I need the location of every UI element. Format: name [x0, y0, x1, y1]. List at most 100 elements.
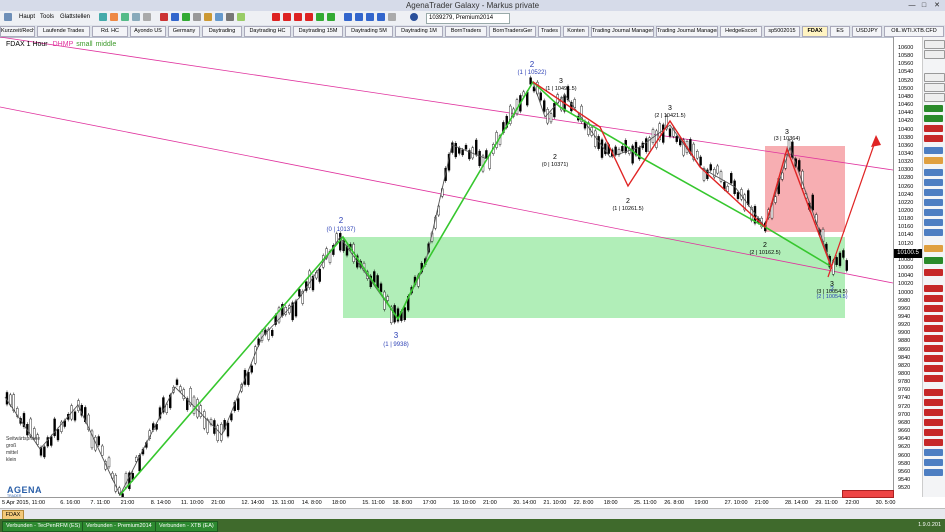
sell-button[interactable] [924, 355, 943, 362]
toolbar-icon[interactable] [283, 13, 291, 21]
sell-button[interactable] [924, 295, 943, 302]
tab[interactable]: Daytrading 1M [395, 26, 443, 37]
tab[interactable]: Kurzzeit/Rechtslage [0, 26, 35, 37]
toolbar-icon[interactable] [215, 13, 223, 21]
tab[interactable]: Daytrading HC [244, 26, 291, 37]
order-button[interactable] [924, 219, 943, 226]
tab[interactable]: sp5002015 [764, 26, 800, 37]
toolbar-icon[interactable] [355, 13, 363, 21]
tab[interactable]: BornTraders [445, 26, 487, 37]
sell-button[interactable] [924, 305, 943, 312]
sell-button[interactable] [924, 439, 943, 446]
buy-button[interactable] [924, 115, 943, 122]
tab[interactable]: Ayondo US [130, 26, 166, 37]
tab[interactable]: Konten [563, 26, 589, 37]
price-chart[interactable]: 2 (0 | 10137) 3 (1 | 9938) 2 (1 | 10522)… [0, 37, 893, 497]
toolbar-icon[interactable] [366, 13, 374, 21]
toolbar-icon[interactable] [294, 13, 302, 21]
tab[interactable]: USDJPY [852, 26, 882, 37]
toolbar-icon[interactable] [160, 13, 168, 21]
order-button[interactable] [924, 459, 943, 466]
minimize-icon[interactable]: — [906, 1, 918, 10]
menu-glattstellen[interactable]: Glattstellen [60, 14, 90, 20]
sell-button[interactable] [924, 419, 943, 426]
tab[interactable]: Trading Journal Manager [591, 26, 654, 37]
side-button[interactable] [924, 73, 945, 82]
tab[interactable]: Trading Journal Manager [656, 26, 718, 37]
indicator-name[interactable]: DHMP [53, 41, 74, 48]
toolbar-icon[interactable] [316, 13, 324, 21]
order-button[interactable] [924, 469, 943, 476]
indicator-small[interactable]: small [76, 41, 92, 48]
order-button[interactable] [924, 147, 943, 154]
indicator-middle[interactable]: middle [96, 41, 117, 48]
toolbar-icon[interactable] [110, 13, 118, 21]
sell-button[interactable] [924, 389, 943, 396]
order-button[interactable] [924, 229, 943, 236]
tab[interactable]: HedgeEscort [720, 26, 762, 37]
maximize-icon[interactable]: □ [918, 1, 930, 10]
buy-button[interactable] [924, 105, 943, 112]
sell-button[interactable] [924, 269, 943, 276]
sell-button[interactable] [924, 135, 943, 142]
toolbar-icon[interactable] [272, 13, 280, 21]
price-axis[interactable]: 10600 10580 10560 10540 10520 10500 10480 10460… [893, 37, 923, 497]
sell-button[interactable] [924, 285, 943, 292]
side-button[interactable] [924, 40, 945, 49]
toolbar-icon[interactable] [237, 13, 245, 21]
sell-button[interactable] [924, 429, 943, 436]
tab[interactable]: Daytrading 5M [345, 26, 393, 37]
chart-scroll-handle[interactable] [842, 490, 894, 498]
buy-button[interactable] [924, 257, 943, 264]
order-button[interactable] [924, 199, 943, 206]
app-icon[interactable] [4, 13, 12, 21]
sell-button[interactable] [924, 125, 943, 132]
sell-button[interactable] [924, 375, 943, 382]
toolbar-icon[interactable] [143, 13, 151, 21]
sell-button[interactable] [924, 315, 943, 322]
help-icon[interactable] [410, 13, 418, 21]
order-button[interactable] [924, 209, 943, 216]
toolbar-icon[interactable] [204, 13, 212, 21]
sell-button[interactable] [924, 409, 943, 416]
toolbar-icon[interactable] [121, 13, 129, 21]
tab-fdax[interactable]: FDAX [802, 26, 828, 37]
order-button[interactable] [924, 169, 943, 176]
toolbar-icon[interactable] [344, 13, 352, 21]
toolbar-icon[interactable] [377, 13, 385, 21]
toolbar-icon[interactable] [327, 13, 335, 21]
sell-button[interactable] [924, 345, 943, 352]
sell-button[interactable] [924, 399, 943, 406]
order-button[interactable] [924, 245, 943, 252]
side-button[interactable] [924, 83, 945, 92]
close-icon[interactable]: ✕ [931, 1, 943, 10]
side-button[interactable] [924, 93, 945, 102]
side-button[interactable] [924, 50, 945, 59]
tab[interactable]: Trades [538, 26, 561, 37]
order-button[interactable] [924, 449, 943, 456]
toolbar-icon[interactable] [132, 13, 140, 21]
toolbar-icon[interactable] [226, 13, 234, 21]
toolbar-icon[interactable] [171, 13, 179, 21]
tab[interactable]: BornTradersGer [489, 26, 536, 37]
toolbar-icon[interactable] [182, 13, 190, 21]
toolbar-icon[interactable] [99, 13, 107, 21]
toolbar-icon[interactable] [193, 13, 201, 21]
order-button[interactable] [924, 189, 943, 196]
menu-haupt[interactable]: Haupt [19, 14, 35, 20]
tab[interactable]: Laufende Trades [37, 26, 90, 37]
sell-button[interactable] [924, 335, 943, 342]
tab[interactable]: ES [830, 26, 850, 37]
menu-tools[interactable]: Tools [40, 14, 54, 20]
tab[interactable]: Germany [168, 26, 200, 37]
sell-button[interactable] [924, 365, 943, 372]
toolbar-icon[interactable] [305, 13, 313, 21]
order-button[interactable] [924, 157, 943, 164]
tab[interactable]: Daytrading [202, 26, 242, 37]
sell-button[interactable] [924, 325, 943, 332]
tab[interactable]: Rd. HC [92, 26, 128, 37]
tab[interactable]: OIL.WTI.XTB.CFD [884, 26, 944, 37]
tab[interactable]: Daytrading 15M [293, 26, 343, 37]
account-selector[interactable]: 1039279, Premium2014 [426, 13, 510, 24]
toolbar-icon[interactable] [388, 13, 396, 21]
